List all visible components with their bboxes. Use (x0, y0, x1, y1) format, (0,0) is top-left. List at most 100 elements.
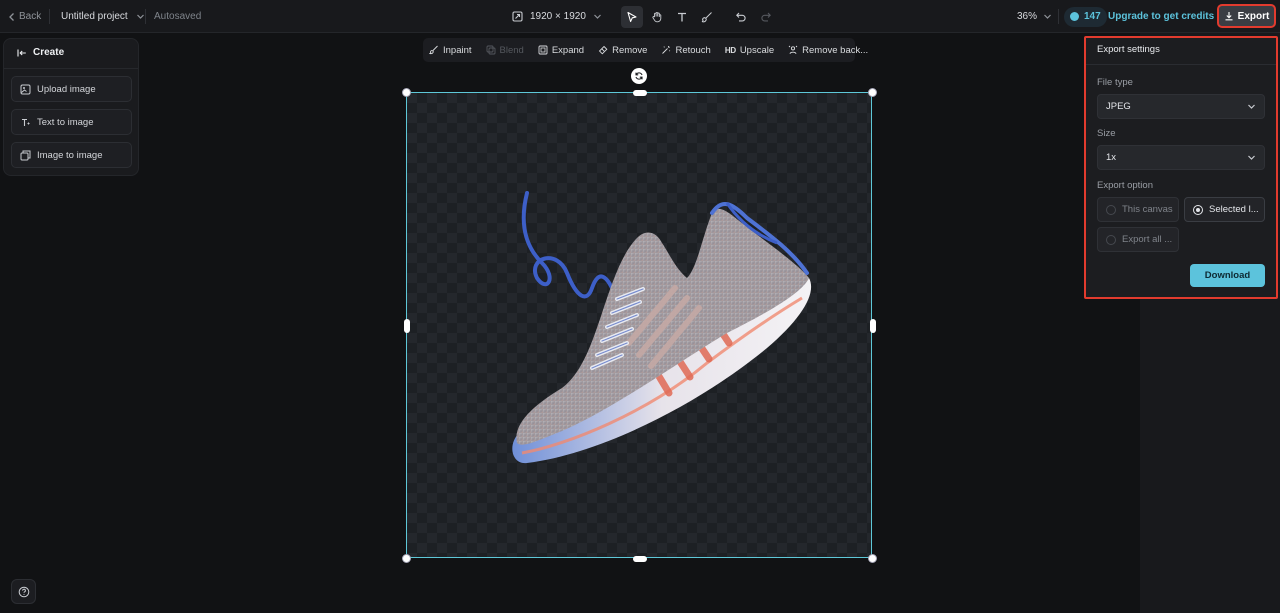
undo-button[interactable] (730, 6, 752, 28)
chevron-down-icon (1043, 12, 1052, 21)
resize-handle-bottom-left[interactable] (402, 554, 411, 563)
divider (1086, 64, 1276, 65)
remove-button[interactable]: Remove (598, 45, 647, 56)
divider (49, 9, 50, 24)
size-label: Size (1097, 128, 1116, 139)
canvas-size-dropdown[interactable]: 1920 × 1920 (512, 0, 602, 33)
upscale-label: Upscale (739, 44, 775, 56)
resize-icon (512, 11, 523, 22)
radio-icon (1106, 234, 1116, 245)
save-status: Autosaved (154, 11, 202, 22)
hand-icon (652, 11, 662, 22)
resize-handle-bottom[interactable] (633, 556, 647, 562)
expand-label: Expand (551, 44, 585, 56)
create-panel-header[interactable]: Create (17, 47, 64, 58)
blend-button[interactable]: Blend (486, 45, 524, 56)
resize-handle-right[interactable] (870, 319, 876, 333)
file-type-select[interactable]: JPEG (1097, 94, 1265, 119)
top-bar: Back Untitled project Autosaved 1920 × 1… (0, 0, 1280, 33)
chevron-down-icon (136, 12, 145, 21)
create-title: Create (33, 47, 65, 58)
brush-icon (701, 11, 712, 22)
upload-image-icon (20, 84, 31, 95)
chevron-left-icon (8, 12, 16, 22)
export-option-selected-layers[interactable]: Selected l... (1184, 197, 1265, 222)
export-settings-popover: Export settings File type JPEG Size 1x E… (1084, 36, 1278, 299)
resize-handle-left[interactable] (404, 319, 410, 333)
export-option-this-canvas[interactable]: This canvas (1097, 197, 1179, 222)
help-button[interactable] (11, 579, 36, 604)
export-label: Export (1237, 10, 1270, 22)
chevron-down-icon (1247, 102, 1256, 111)
expand-icon (538, 45, 548, 55)
create-item-label: Image to image (37, 149, 103, 161)
create-panel: Create Upload image Text to image Image … (3, 38, 139, 176)
chevron-down-icon (1247, 153, 1256, 162)
inpaint-label: Inpaint (443, 44, 472, 56)
resize-handle-top-left[interactable] (402, 88, 411, 97)
redo-button[interactable] (755, 6, 777, 28)
zoom-dropdown[interactable]: 36% (1017, 0, 1052, 33)
resize-handle-top-right[interactable] (868, 88, 877, 97)
tool-group (621, 0, 777, 33)
chevron-down-icon (593, 12, 602, 21)
create-item-label: Text to image (37, 116, 94, 128)
image-to-image-button[interactable]: Image to image (11, 142, 132, 168)
image-to-image-icon (20, 150, 31, 161)
upload-image-button[interactable]: Upload image (11, 76, 132, 102)
export-option-export-all[interactable]: Export all ... (1097, 227, 1179, 252)
expand-button[interactable]: Expand (538, 45, 584, 56)
remove-background-label: Remove back... (802, 44, 869, 56)
export-button[interactable]: Export (1217, 4, 1276, 28)
canvas-size: 1920 × 1920 (530, 11, 586, 22)
option-label: Export all ... (1122, 234, 1173, 245)
upscale-button[interactable]: HD Upscale (725, 45, 774, 56)
project-name: Untitled project (61, 11, 128, 22)
divider (4, 68, 138, 69)
download-button[interactable]: Download (1190, 264, 1265, 287)
credits-badge[interactable]: 147 (1064, 0, 1107, 33)
option-label: This canvas (1122, 204, 1173, 215)
back-label: Back (19, 11, 42, 22)
size-select[interactable]: 1x (1097, 145, 1265, 170)
remove-label: Remove (612, 44, 648, 56)
text-to-image-button[interactable]: Text to image (11, 109, 132, 135)
blend-label: Blend (499, 44, 524, 56)
divider (145, 9, 146, 24)
blend-icon (486, 45, 495, 55)
cursor-icon (627, 11, 637, 22)
create-item-label: Upload image (37, 83, 96, 95)
remove-background-button[interactable]: Remove back... (788, 45, 868, 56)
text-tool-button[interactable] (671, 6, 693, 28)
brush-tool-button[interactable] (696, 6, 718, 28)
select-tool-button[interactable] (621, 5, 643, 28)
image-toolbar: Inpaint Blend Expand Remove Retouch HD U… (423, 38, 868, 62)
magic-wand-icon (662, 46, 671, 54)
project-name-dropdown[interactable]: Untitled project (61, 0, 145, 33)
download-icon (1224, 11, 1234, 21)
hand-tool-button[interactable] (646, 6, 668, 28)
sneaker-image[interactable] (407, 93, 873, 559)
size-value: 1x (1106, 152, 1117, 163)
export-option-label: Export option (1097, 180, 1153, 191)
file-type-label: File type (1097, 77, 1133, 88)
back-button[interactable]: Back (8, 0, 41, 33)
canvas-artboard[interactable] (402, 88, 877, 563)
radio-icon (1106, 204, 1116, 215)
upgrade-link[interactable]: Upgrade to get credits (1108, 0, 1214, 33)
hd-icon: HD (724, 45, 736, 55)
rotate-handle[interactable] (631, 68, 647, 84)
export-settings-title: Export settings (1097, 44, 1160, 55)
zoom-value: 36% (1017, 11, 1038, 22)
rotate-icon (635, 72, 643, 80)
credits-count: 147 (1084, 11, 1101, 22)
credit-coin-icon (1070, 12, 1079, 21)
undo-icon (736, 12, 746, 21)
divider (1058, 9, 1059, 24)
inpaint-button[interactable]: Inpaint (429, 45, 472, 56)
credits-pill: 147 (1064, 6, 1107, 27)
resize-handle-top[interactable] (633, 90, 647, 96)
retouch-button[interactable]: Retouch (661, 45, 711, 56)
resize-handle-bottom-right[interactable] (868, 554, 877, 563)
radio-selected-icon (1193, 204, 1203, 215)
